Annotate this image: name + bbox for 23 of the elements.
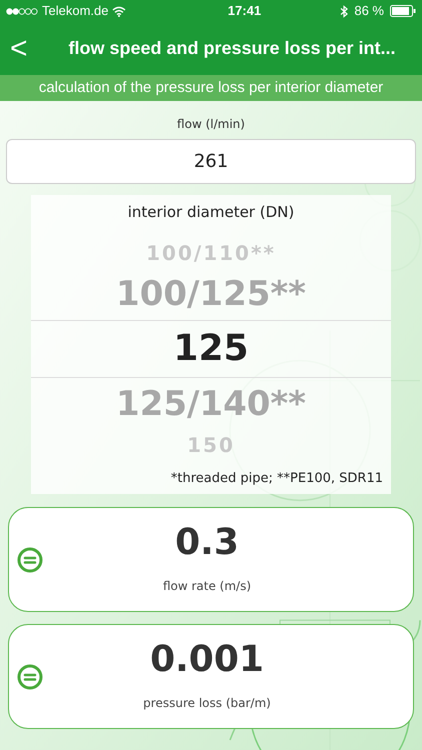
- subtitle-bar: calculation of the pressure loss per interior diameter: [0, 75, 422, 101]
- picker-option[interactable]: 100/125**: [31, 268, 391, 320]
- wifi-icon: [112, 6, 126, 16]
- result-value: 0.001: [150, 642, 264, 678]
- clock: 17:41: [228, 2, 262, 20]
- flow-label: flow (l/min): [177, 116, 245, 133]
- battery-percent: 86 %: [354, 2, 384, 20]
- flow-input-field[interactable]: 261: [6, 139, 416, 184]
- back-button[interactable]: <: [0, 34, 48, 64]
- battery-icon: [390, 5, 416, 17]
- picker-option[interactable]: 125: [31, 320, 391, 378]
- equals-icon: [17, 546, 43, 572]
- footnote: *threaded pipe; **PE100, SDR11: [170, 470, 383, 488]
- carrier-name: Telekom.de: [42, 2, 108, 20]
- signal-icon: [6, 8, 38, 14]
- page-title: flow speed and pressure loss per int...: [67, 37, 397, 60]
- equals-icon: [17, 664, 43, 690]
- result-label: flow rate (m/s): [162, 578, 252, 594]
- result-label: pressure loss (bar/m): [143, 694, 271, 712]
- bluetooth-icon: [340, 4, 348, 18]
- picker-option[interactable]: 125/140**: [31, 378, 391, 430]
- picker-label: interior diameter (DN): [128, 202, 294, 223]
- result-value: 0.3: [175, 524, 239, 560]
